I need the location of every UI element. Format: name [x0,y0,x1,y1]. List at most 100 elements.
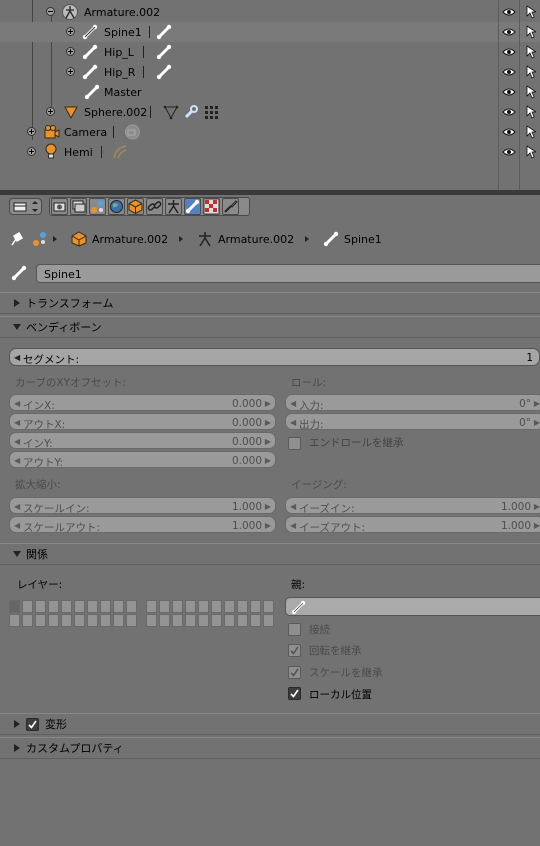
decrement-arrow-icon[interactable]: ◀ [14,502,20,511]
cursor-icon[interactable] [526,65,536,79]
constraints-tab[interactable] [146,198,163,215]
increment-arrow-icon[interactable]: ▶ [534,521,540,530]
layer-toggle[interactable] [159,600,170,613]
cursor-icon[interactable] [526,85,536,99]
decrement-arrow-icon[interactable]: ◀ [290,399,296,408]
eye-icon[interactable] [502,146,516,158]
layer-toggle[interactable] [22,600,33,613]
panel-transform-header[interactable]: トランスフォーム [0,292,540,314]
layer-toggle[interactable] [224,600,235,613]
bone-tab[interactable] [184,198,201,215]
bone-constraints-tab[interactable] [203,198,220,215]
world-tab[interactable] [108,198,125,215]
layer-toggle[interactable] [87,600,98,613]
bone-data-icon[interactable] [156,64,172,80]
material-grid-icon[interactable] [203,104,219,120]
wrench-icon[interactable] [183,104,199,120]
layer-toggle[interactable] [172,600,183,613]
inherit-scale-checkbox[interactable] [288,666,301,679]
layer-toggle[interactable] [87,614,98,627]
curve-offset-field[interactable]: ◀ インY: 0.000 ▶ [9,432,276,450]
inherit-end-roll-checkbox[interactable] [288,437,301,450]
layer-toggle[interactable] [126,614,137,627]
layer-toggle[interactable] [74,600,85,613]
layer-toggle[interactable] [100,600,111,613]
curve-offset-field[interactable]: ◀ インX: 0.000 ▶ [9,394,276,412]
outliner-row-master[interactable]: Master [0,82,540,102]
increment-arrow-icon[interactable]: ▶ [265,456,271,465]
layer-toggle[interactable] [185,614,196,627]
bone-name-field[interactable]: Spine1 [36,264,540,283]
layer-toggle[interactable] [9,614,20,627]
outliner-row-spine1[interactable]: Spine1 [0,22,540,42]
local-location-checkbox[interactable] [288,687,301,700]
increment-arrow-icon[interactable]: ▶ [265,437,271,446]
expand-icon[interactable] [46,107,55,116]
layer-toggle[interactable] [146,614,157,627]
bone-data-icon[interactable] [156,44,172,60]
layer-toggle[interactable] [237,614,248,627]
layer-toggle[interactable] [61,614,72,627]
layer-toggle[interactable] [211,614,222,627]
inherit-rotation-checkbox[interactable] [288,644,301,657]
expand-icon[interactable] [27,147,36,156]
layer-toggle[interactable] [146,600,157,613]
object-tab[interactable] [127,198,144,215]
layer-toggle[interactable] [48,600,59,613]
decrement-arrow-icon[interactable]: ◀ [290,521,296,530]
scale-field[interactable]: ◀ スケールアウト: 1.000 ▶ [9,516,276,534]
render-layers-tab[interactable] [70,198,87,215]
cursor-icon[interactable] [526,25,536,39]
decrement-arrow-icon[interactable]: ◀ [14,456,20,465]
layer-toggle[interactable] [35,600,46,613]
pin-icon[interactable] [9,231,23,247]
layer-toggle[interactable] [250,600,261,613]
panel-bendy-header[interactable]: ベンディボーン [0,316,540,338]
roll-field[interactable]: ◀ 入力: 0° ▶ [285,394,540,412]
easing-field[interactable]: ◀ イーズイン: 1.000 ▶ [285,497,540,515]
layer-toggle[interactable] [61,600,72,613]
cursor-icon[interactable] [526,125,536,139]
layer-toggle[interactable] [211,600,222,613]
layer-toggle[interactable] [22,614,33,627]
decrement-arrow-icon[interactable]: ◀ [14,521,20,530]
render-tab[interactable] [51,198,68,215]
eye-icon[interactable] [502,6,516,18]
segments-field[interactable]: ◀ セグメント: 1 [9,348,540,366]
collapse-icon[interactable] [46,7,55,16]
layer-toggle[interactable] [198,614,209,627]
curve-offset-field[interactable]: ◀ アウトX: 0.000 ▶ [9,413,276,431]
increment-arrow-icon[interactable]: ▶ [265,521,271,530]
layer-toggle[interactable] [48,614,59,627]
cursor-icon[interactable] [526,45,536,59]
layer-toggle[interactable] [35,614,46,627]
outliner-row-hip-l[interactable]: Hip_L [0,42,540,62]
outliner-row-armature[interactable]: Armature.002 [0,2,540,22]
decrement-arrow-icon[interactable]: ◀ [290,418,296,427]
parent-field[interactable] [285,597,540,616]
layer-toggle[interactable] [113,600,124,613]
layer-toggle[interactable] [100,614,111,627]
panel-deform-header[interactable]: 変形 [0,713,540,735]
layer-toggle[interactable] [185,600,196,613]
increment-arrow-icon[interactable]: ▶ [265,502,271,511]
eye-icon[interactable] [502,126,516,138]
expand-icon[interactable] [66,47,75,56]
decrement-arrow-icon[interactable]: ◀ [14,437,20,446]
curve-offset-field[interactable]: ◀ アウトY: 0.000 ▶ [9,451,276,469]
eye-icon[interactable] [502,26,516,38]
connected-checkbox[interactable] [288,623,301,636]
easing-field[interactable]: ◀ イーズアウト: 1.000 ▶ [285,516,540,534]
scene-tab[interactable] [89,198,106,215]
armature-data-tab[interactable] [165,198,182,215]
panel-custom-props-header[interactable]: カスタムプロパティ [0,737,540,759]
eye-icon[interactable] [502,66,516,78]
outliner-row-hip-r[interactable]: Hip_R [0,62,540,82]
deform-checkbox[interactable] [26,718,39,731]
cursor-icon[interactable] [526,5,536,19]
layer-toggle[interactable] [224,614,235,627]
scale-field[interactable]: ◀ スケールイン: 1.000 ▶ [9,497,276,515]
eye-icon[interactable] [502,46,516,58]
outliner-row-camera[interactable]: Camera [0,122,540,142]
eye-icon[interactable] [502,86,516,98]
